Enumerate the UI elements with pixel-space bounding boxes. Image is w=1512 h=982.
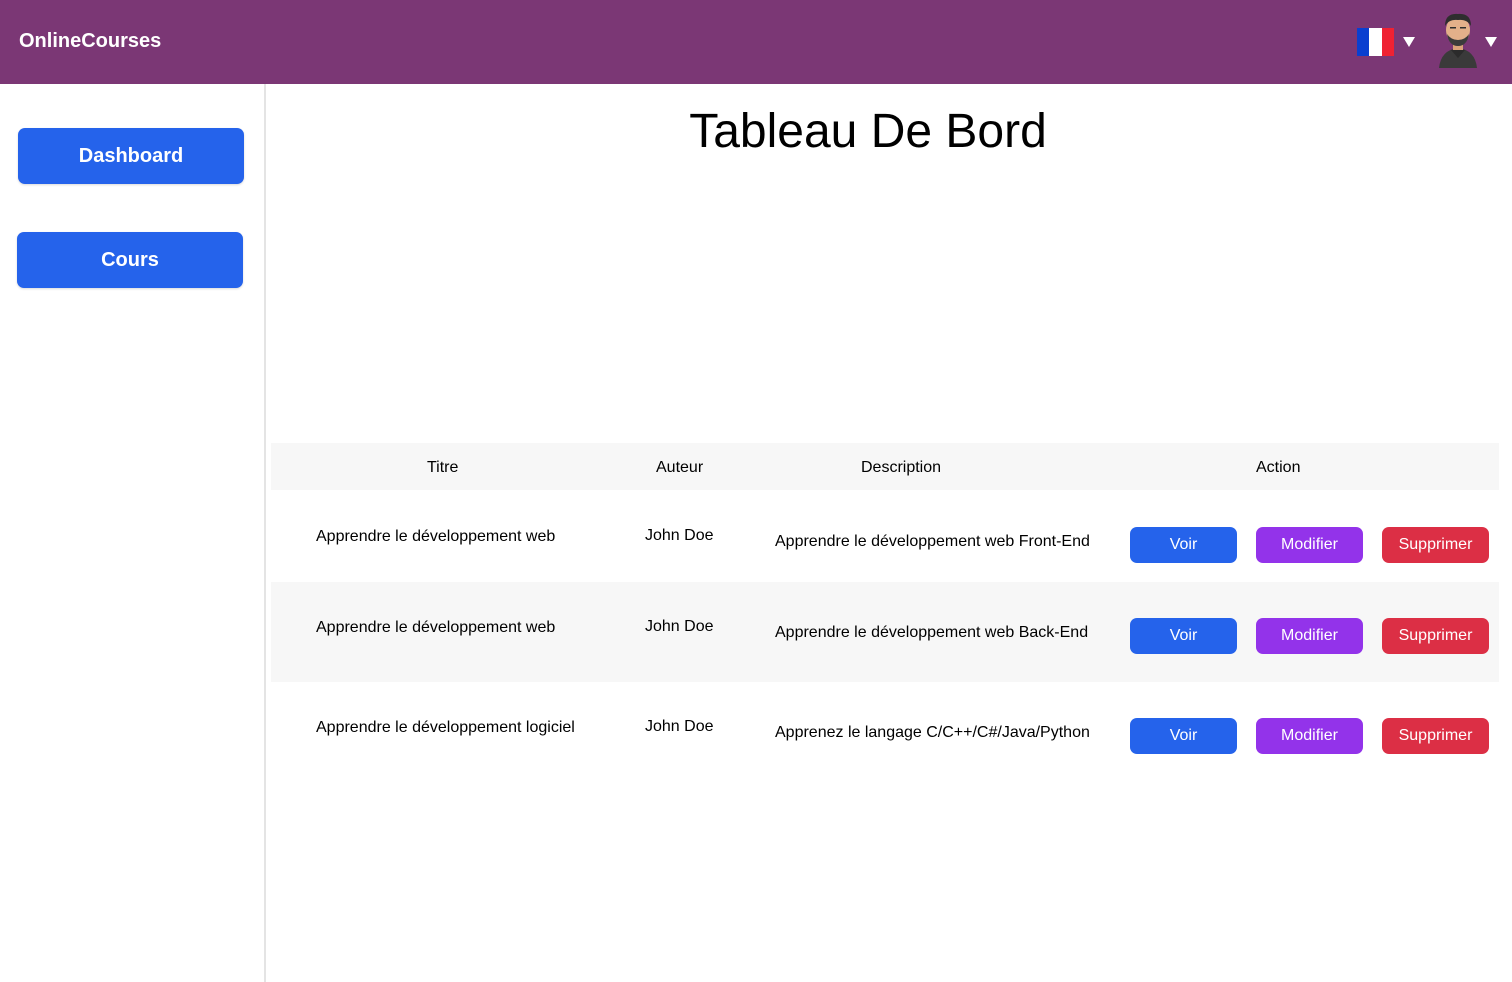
cell-description: Apprenez le langage C/C++/C#/Java/Python [775, 724, 1090, 741]
edit-button[interactable]: Modifier [1256, 527, 1363, 563]
table-row: Apprendre le développement logiciel John… [271, 682, 1499, 782]
sidebar-item-cours[interactable]: Cours [17, 232, 243, 288]
cell-author: John Doe [645, 618, 714, 635]
cell-title: Apprendre le développement logiciel [316, 719, 575, 736]
user-dropdown-icon[interactable] [1485, 37, 1497, 47]
user-avatar-icon[interactable] [1435, 10, 1481, 68]
column-header-auteur: Auteur [656, 459, 704, 476]
cell-title: Apprendre le développement web [316, 619, 556, 636]
table-row: Apprendre le développement web John Doe … [271, 490, 1499, 582]
cell-title: Apprendre le développement web [316, 528, 556, 545]
view-button[interactable]: Voir [1130, 718, 1237, 754]
cell-author: John Doe [645, 527, 714, 544]
table-row: Apprendre le développement web John Doe … [271, 582, 1499, 682]
language-dropdown-icon[interactable] [1403, 37, 1415, 47]
brand-logo[interactable]: OnlineCourses [19, 30, 161, 53]
delete-button[interactable]: Supprimer [1382, 618, 1489, 654]
column-header-description: Description [861, 459, 942, 476]
view-button[interactable]: Voir [1130, 618, 1237, 654]
table-header: Titre Auteur Description Action [271, 443, 1499, 490]
delete-button[interactable]: Supprimer [1382, 718, 1489, 754]
sidebar: Dashboard Cours [0, 84, 266, 982]
cell-description: Apprendre le développement web Back-End [775, 624, 1089, 641]
edit-button[interactable]: Modifier [1256, 618, 1363, 654]
top-bar: OnlineCourses [0, 0, 1512, 84]
delete-button[interactable]: Supprimer [1382, 527, 1489, 563]
column-header-action: Action [1256, 459, 1301, 476]
sidebar-item-dashboard[interactable]: Dashboard [18, 128, 244, 184]
cell-description: Apprendre le développement web Front-End [775, 533, 1090, 550]
cell-author: John Doe [645, 718, 714, 735]
french-flag-icon[interactable] [1357, 28, 1394, 56]
column-header-titre: Titre [427, 459, 459, 476]
page-title: Tableau De Bord [689, 105, 1047, 158]
view-button[interactable]: Voir [1130, 527, 1237, 563]
edit-button[interactable]: Modifier [1256, 718, 1363, 754]
